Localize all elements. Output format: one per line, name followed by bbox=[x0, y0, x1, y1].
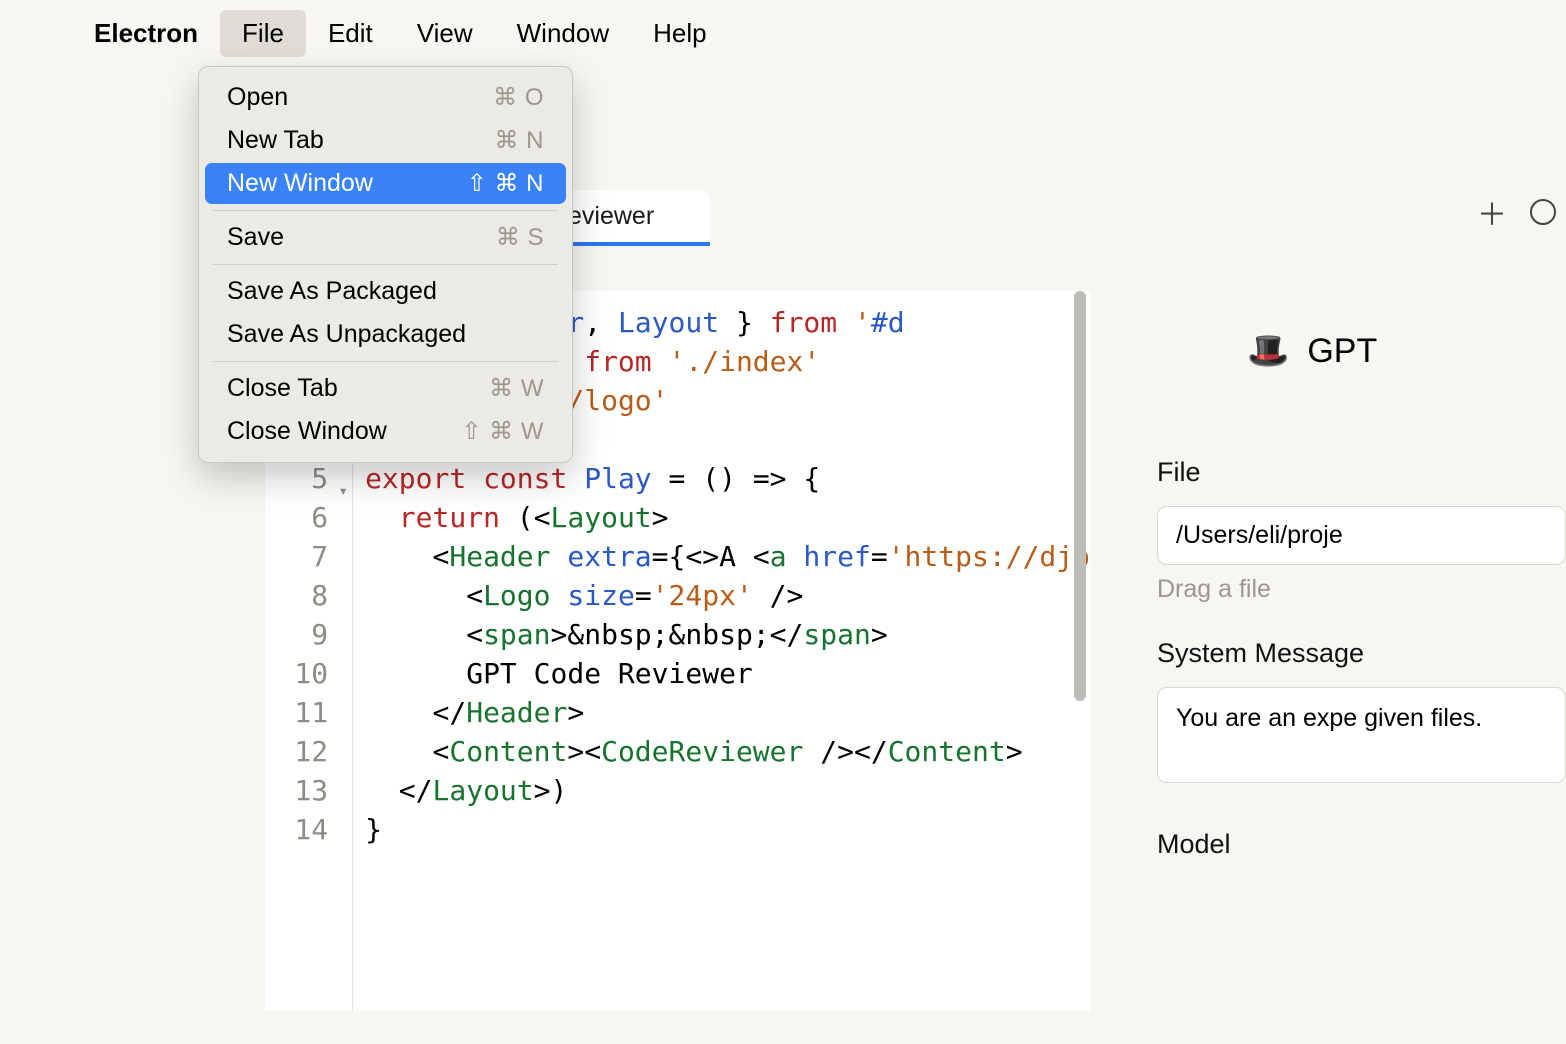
line-number: 5▾ bbox=[265, 459, 352, 498]
code-line[interactable]: } bbox=[365, 810, 1090, 849]
line-number: 11 bbox=[265, 693, 352, 732]
code-line[interactable]: <Logo size='24px' /> bbox=[365, 576, 1090, 615]
code-line[interactable]: </Header> bbox=[365, 693, 1090, 732]
code-line[interactable]: <Header extra={<>A <a href='https://djo bbox=[365, 537, 1090, 576]
line-number: 10 bbox=[265, 654, 352, 693]
line-number: 14 bbox=[265, 810, 352, 849]
menubar-app-name[interactable]: Electron bbox=[86, 10, 220, 57]
top-hat-icon: 🎩 bbox=[1247, 331, 1289, 371]
menu-separator bbox=[213, 361, 558, 362]
line-number: 7 bbox=[265, 537, 352, 576]
line-number: 12 bbox=[265, 732, 352, 771]
menu-item-label: Save As Packaged bbox=[227, 277, 437, 306]
code-line[interactable]: <span>&nbsp;&nbsp;</span> bbox=[365, 615, 1090, 654]
menu-item-label: Close Window bbox=[227, 417, 387, 446]
menu-item-label: New Window bbox=[227, 169, 373, 198]
file-menu-save-as-packaged[interactable]: Save As Packaged bbox=[205, 271, 566, 312]
menu-item-label: New Tab bbox=[227, 126, 324, 155]
side-panel-title: 🎩 GPT bbox=[1247, 331, 1566, 371]
file-menu-open[interactable]: Open ⌘ O bbox=[205, 77, 566, 118]
file-menu-close-tab[interactable]: Close Tab ⌘ W bbox=[205, 368, 566, 409]
menubar-window[interactable]: Window bbox=[495, 10, 631, 57]
line-number: 9 bbox=[265, 615, 352, 654]
macos-menubar: Electron File Edit View Window Help bbox=[0, 0, 1566, 66]
menu-separator bbox=[213, 264, 558, 265]
file-menu-save-as-unpackaged[interactable]: Save As Unpackaged bbox=[205, 314, 566, 355]
model-field-label: Model bbox=[1157, 829, 1566, 860]
line-number: 6 bbox=[265, 498, 352, 537]
menu-item-shortcut: ⇧ ⌘ N bbox=[467, 169, 544, 198]
menu-item-label: Open bbox=[227, 83, 288, 112]
menubar-help[interactable]: Help bbox=[631, 10, 728, 57]
file-path-input[interactable]: /Users/eli/proje bbox=[1157, 506, 1566, 565]
tab-title: eviewer bbox=[568, 202, 654, 231]
file-drop-hint: Drag a file bbox=[1157, 575, 1566, 604]
menu-item-shortcut: ⇧ ⌘ W bbox=[461, 417, 544, 446]
side-title-text: GPT bbox=[1307, 332, 1377, 371]
plus-icon[interactable]: ＋ bbox=[1472, 192, 1512, 232]
menubar-view[interactable]: View bbox=[395, 10, 495, 57]
menu-item-shortcut: ⌘ O bbox=[493, 83, 544, 112]
menubar-file[interactable]: File bbox=[220, 10, 306, 57]
more-icon[interactable] bbox=[1530, 199, 1556, 225]
line-number: 8 bbox=[265, 576, 352, 615]
menu-item-shortcut: ⌘ S bbox=[496, 223, 544, 252]
menu-separator bbox=[213, 210, 558, 211]
menubar-edit[interactable]: Edit bbox=[306, 10, 395, 57]
editor-scrollbar[interactable] bbox=[1074, 291, 1086, 701]
file-menu-close-window[interactable]: Close Window ⇧ ⌘ W bbox=[205, 411, 566, 452]
file-field-label: File bbox=[1157, 457, 1566, 488]
code-line[interactable]: export const Play = () => { bbox=[365, 459, 1090, 498]
file-menu-dropdown: Open⌘ ONew Tab⌘ NNew Window⇧ ⌘ NSave⌘ SS… bbox=[198, 66, 573, 463]
system-message-label: System Message bbox=[1157, 638, 1566, 669]
code-line[interactable]: <Content><CodeReviewer /></Content> bbox=[365, 732, 1090, 771]
menu-item-shortcut: ⌘ W bbox=[489, 374, 544, 403]
menu-item-label: Close Tab bbox=[227, 374, 338, 403]
menu-item-label: Save bbox=[227, 223, 284, 252]
menu-item-label: Save As Unpackaged bbox=[227, 320, 466, 349]
side-panel: 🎩 GPT File /Users/eli/proje Drag a file … bbox=[1095, 291, 1566, 1044]
system-message-input[interactable]: You are an expe given files. bbox=[1157, 687, 1566, 783]
file-menu-save[interactable]: Save ⌘ S bbox=[205, 217, 566, 258]
line-number: 13 bbox=[265, 771, 352, 810]
code-line[interactable]: GPT Code Reviewer bbox=[365, 654, 1090, 693]
menu-item-shortcut: ⌘ N bbox=[495, 126, 545, 155]
file-menu-new-window[interactable]: New Window ⇧ ⌘ N bbox=[205, 163, 566, 204]
code-line[interactable]: </Layout>) bbox=[365, 771, 1090, 810]
file-menu-new-tab[interactable]: New Tab ⌘ N bbox=[205, 120, 566, 161]
code-line[interactable]: return (<Layout> bbox=[365, 498, 1090, 537]
